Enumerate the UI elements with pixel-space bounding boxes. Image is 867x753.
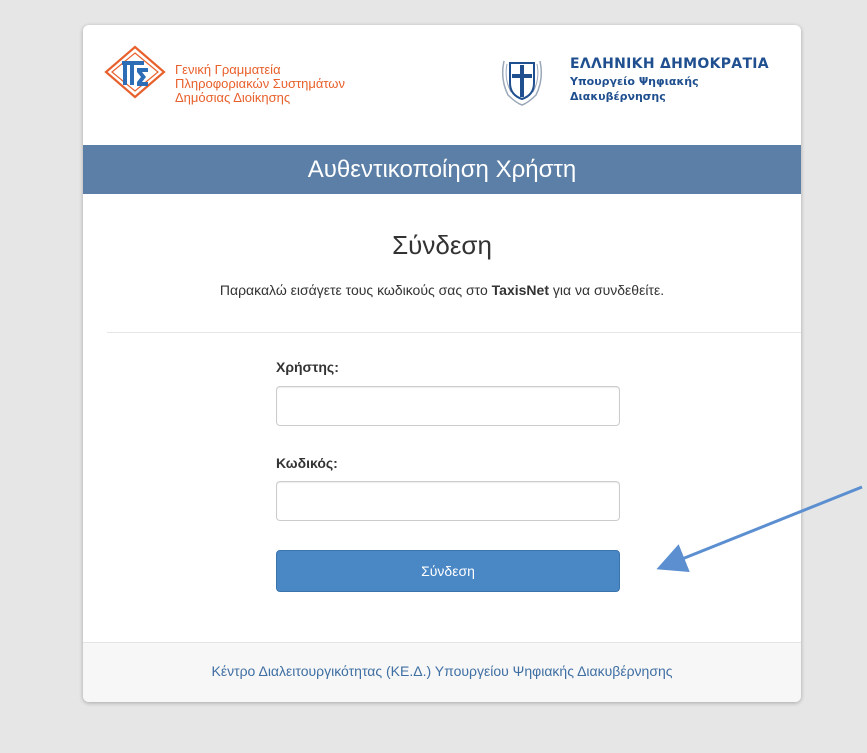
section-divider xyxy=(107,332,801,333)
gov-ministry-name: ΕΛΛΗΝΙΚΗ ΔΗΜΟΚΡΑΤΙΑ Υπουργείο Ψηφιακής Δ… xyxy=(570,55,769,103)
footer-divider xyxy=(83,642,801,643)
login-instruction: Παρακαλώ εισάγετε τους κωδικούς σας στο … xyxy=(83,282,801,298)
ministry-name-line: Διακυβέρνησης xyxy=(570,90,666,103)
login-button[interactable]: Σύνδεση xyxy=(276,550,620,592)
gsis-logo-icon xyxy=(104,45,166,99)
gov-title: ΕΛΛΗΝΙΚΗ ΔΗΜΟΚΡΑΤΙΑ xyxy=(570,56,769,72)
gsis-org-name-line: Πληροφοριακών Συστημάτων xyxy=(175,76,345,91)
greek-emblem-icon xyxy=(501,60,543,106)
password-input[interactable] xyxy=(276,481,620,521)
auth-banner: Αυθεντικοποίηση Χρήστη xyxy=(83,145,801,194)
login-card: Γενική Γραμματεία Πληροφοριακών Συστημάτ… xyxy=(83,25,801,702)
instruction-text-end: για να συνδεθείτε. xyxy=(549,282,665,298)
instruction-text: Παρακαλώ εισάγετε τους κωδικούς σας στο xyxy=(219,282,492,298)
taxisnet-label: TaxisNet xyxy=(491,282,549,298)
footer-interoperability-link[interactable]: Κέντρο Διαλειτουργικότητας (ΚΕ.Δ.) Υπουρ… xyxy=(211,663,672,679)
gsis-org-name: Γενική Γραμματεία Πληροφοριακών Συστημάτ… xyxy=(175,63,345,105)
ministry-name-line: Υπουργείο Ψηφιακής xyxy=(570,75,699,88)
password-label: Κωδικός: xyxy=(276,455,338,471)
footer: Κέντρο Διαλειτουργικότητας (ΚΕ.Δ.) Υπουρ… xyxy=(83,642,801,702)
username-input[interactable] xyxy=(276,386,620,426)
gsis-org-name-line: Δημόσιας Διοίκησης xyxy=(175,90,291,105)
gsis-org-name-line: Γενική Γραμματεία xyxy=(175,62,281,77)
login-heading: Σύνδεση xyxy=(392,230,492,260)
username-label: Χρήστης: xyxy=(276,359,339,375)
